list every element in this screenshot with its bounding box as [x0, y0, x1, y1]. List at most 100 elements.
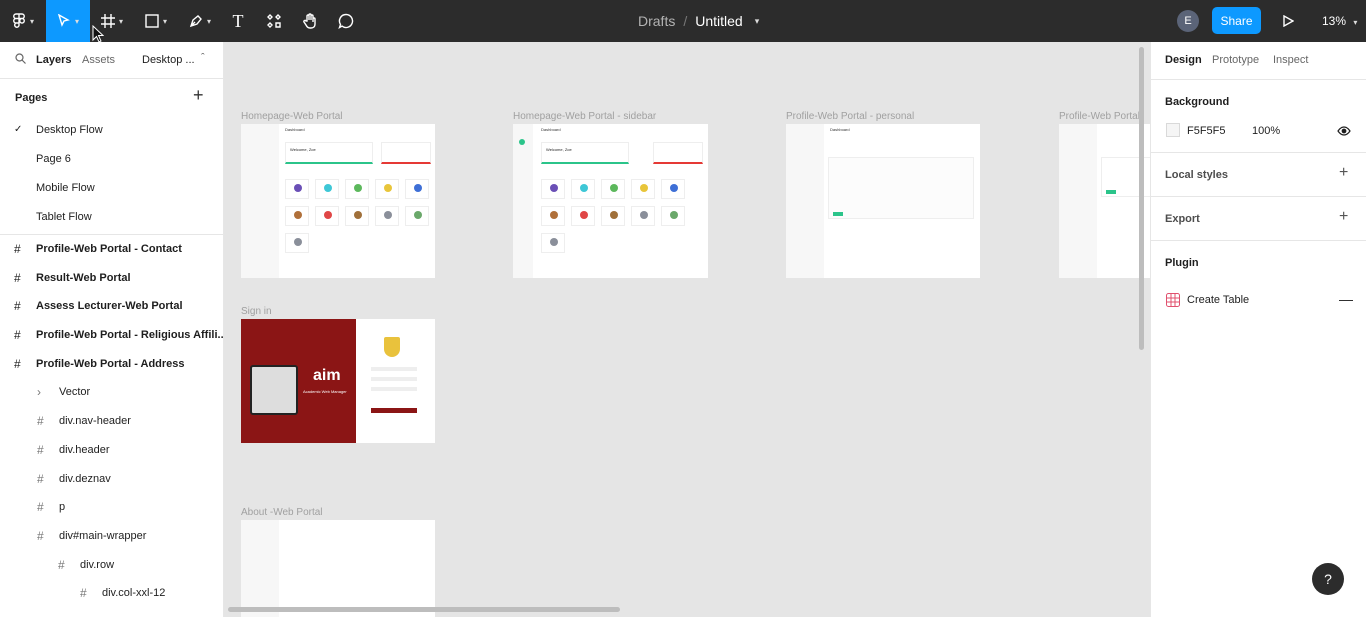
add-style-icon[interactable]: +: [1339, 164, 1348, 182]
background-swatch[interactable]: [1166, 123, 1180, 137]
layer-row[interactable]: # Profile-Web Portal - Religious Affili..…: [0, 321, 223, 350]
module-tile: [541, 233, 565, 253]
pen-tool-button[interactable]: ▾: [178, 0, 222, 42]
vertical-scrollbar[interactable]: [1139, 47, 1144, 350]
tab-layers[interactable]: Layers: [36, 54, 71, 66]
frame-label-homepage[interactable]: Homepage-Web Portal: [241, 111, 343, 122]
chevron-down-icon: ▾: [118, 16, 123, 26]
frame-homepage-sidebar[interactable]: Dashboard Welcome, Zoe: [513, 124, 708, 278]
pages-list: ✓ Desktop Flow Page 6 Mobile Flow Tablet Flo…: [0, 116, 223, 232]
frame-profile-personal[interactable]: Dashboard: [786, 124, 980, 278]
layers-list: # Profile-Web Portal - Contact # Result-Web…: [0, 235, 223, 608]
layers-panel: Layers Assets Desktop ... ˆ Pages + ✓ Des…: [0, 42, 224, 617]
frame-label-homepage-sidebar[interactable]: Homepage-Web Portal - sidebar: [513, 111, 656, 122]
pages-header: Pages +: [0, 79, 223, 116]
file-name[interactable]: Untitled: [695, 13, 742, 29]
remove-plugin-icon[interactable]: —: [1339, 291, 1353, 307]
background-opacity-input[interactable]: 100%: [1252, 125, 1280, 137]
background-hex-input[interactable]: F5F5F5: [1187, 125, 1226, 137]
frame-sidebar: [241, 124, 279, 278]
page-item[interactable]: Mobile Flow: [0, 174, 223, 203]
frame-profile[interactable]: [1059, 124, 1150, 278]
eye-icon[interactable]: [1337, 126, 1351, 136]
shape-tool-button[interactable]: ▾: [134, 0, 178, 42]
canvas[interactable]: Homepage-Web Portal Dashboard Welcome, Z…: [224, 42, 1150, 617]
layer-row[interactable]: # div.header: [0, 436, 223, 465]
layer-row[interactable]: # div.row: [0, 551, 223, 580]
search-icon[interactable]: [15, 53, 26, 64]
zoom-menu[interactable]: 13% ▾: [1322, 14, 1357, 28]
pen-icon: [189, 15, 202, 28]
frame-label-about[interactable]: About -Web Portal: [241, 507, 323, 518]
module-icon: [640, 211, 648, 219]
welcome-text: Welcome, Zoe: [546, 147, 572, 152]
module-tile: [571, 179, 595, 199]
hand-tool-button[interactable]: [296, 0, 324, 42]
module-icon: [354, 211, 362, 219]
pages-title: Pages: [15, 92, 48, 104]
move-tool-button[interactable]: ▾: [46, 0, 90, 42]
chevron-down-icon: ▾: [29, 16, 34, 26]
layer-row[interactable]: # Profile-Web Portal - Address: [0, 350, 223, 379]
comment-tool-button[interactable]: [332, 0, 360, 42]
frame-homepage[interactable]: Dashboard Welcome, Zoe: [241, 124, 435, 278]
frame-label-profile[interactable]: Profile-Web Portal: [1059, 111, 1140, 122]
frame-hash-icon: #: [14, 328, 21, 343]
frame-signin[interactable]: aim Academic Web Manager: [241, 319, 435, 443]
layer-row[interactable]: # Assess Lecturer-Web Portal: [0, 292, 223, 321]
notice-card: [381, 142, 431, 164]
avatar[interactable]: E: [1177, 10, 1199, 32]
frame-dashboard-label: Dashboard: [830, 127, 850, 132]
export-section: Export +: [1151, 196, 1366, 240]
breadcrumb-drafts[interactable]: Drafts: [638, 13, 675, 29]
tab-inspect[interactable]: Inspect: [1273, 54, 1308, 66]
layer-row[interactable]: # Result-Web Portal: [0, 264, 223, 293]
module-tile: [315, 179, 339, 199]
layer-label: div.col-xxl-12: [102, 587, 166, 600]
frame-hash-icon: #: [37, 471, 44, 486]
module-tile: [375, 179, 399, 199]
resources-button[interactable]: [260, 0, 288, 42]
layer-label: div.row: [80, 558, 115, 571]
add-export-icon[interactable]: +: [1339, 208, 1348, 226]
page-item[interactable]: Tablet Flow: [0, 203, 223, 232]
chevron-down-icon: ▾: [206, 16, 211, 26]
layer-row[interactable]: # div#main-wrapper: [0, 522, 223, 551]
tab-assets[interactable]: Assets: [82, 54, 115, 66]
page-item[interactable]: ✓ Desktop Flow: [0, 116, 223, 145]
tab-prototype[interactable]: Prototype: [1212, 54, 1259, 66]
module-tile: [661, 206, 685, 226]
frame-sidebar: [513, 124, 533, 278]
horizontal-scrollbar[interactable]: [228, 607, 620, 612]
layer-row[interactable]: # div.col-xxl-12: [0, 579, 223, 608]
layer-row[interactable]: # Profile-Web Portal - Contact: [0, 235, 223, 264]
module-icon: [384, 184, 392, 192]
frame-label-signin[interactable]: Sign in: [241, 306, 272, 317]
module-icon: [640, 184, 648, 192]
frame-label-profile-personal[interactable]: Profile-Web Portal - personal: [786, 111, 914, 122]
share-button[interactable]: Share: [1212, 7, 1261, 34]
module-icon: [414, 184, 422, 192]
main-menu-button[interactable]: ▾: [0, 0, 46, 42]
signin-hero: aim Academic Web Manager: [241, 319, 356, 443]
present-button[interactable]: [1278, 0, 1298, 42]
layer-row[interactable]: # div.nav-header: [0, 407, 223, 436]
layer-label: Profile-Web Portal - Address: [36, 357, 185, 370]
help-button[interactable]: ?: [1312, 563, 1344, 595]
add-page-icon[interactable]: +: [193, 85, 204, 106]
chevron-down-icon[interactable]: ▾: [755, 16, 760, 27]
frame-hash-icon: #: [37, 442, 44, 457]
layer-row[interactable]: # div.deznav: [0, 465, 223, 494]
frame-about[interactable]: [241, 520, 435, 617]
plugin-item-create-table[interactable]: Create Table: [1187, 294, 1249, 306]
tab-design[interactable]: Design: [1165, 54, 1202, 66]
layer-row[interactable]: › Vector: [0, 378, 223, 407]
page-switcher[interactable]: Desktop ...: [142, 54, 195, 66]
signin-button: [371, 408, 417, 413]
page-item[interactable]: Page 6: [0, 145, 223, 174]
right-panel-tabs: Design Prototype Inspect: [1151, 42, 1366, 79]
text-tool-button[interactable]: T: [224, 0, 252, 42]
chevron-up-icon[interactable]: ˆ: [201, 52, 205, 64]
chevron-down-icon: ▾: [162, 16, 167, 26]
layer-row[interactable]: # p: [0, 493, 223, 522]
